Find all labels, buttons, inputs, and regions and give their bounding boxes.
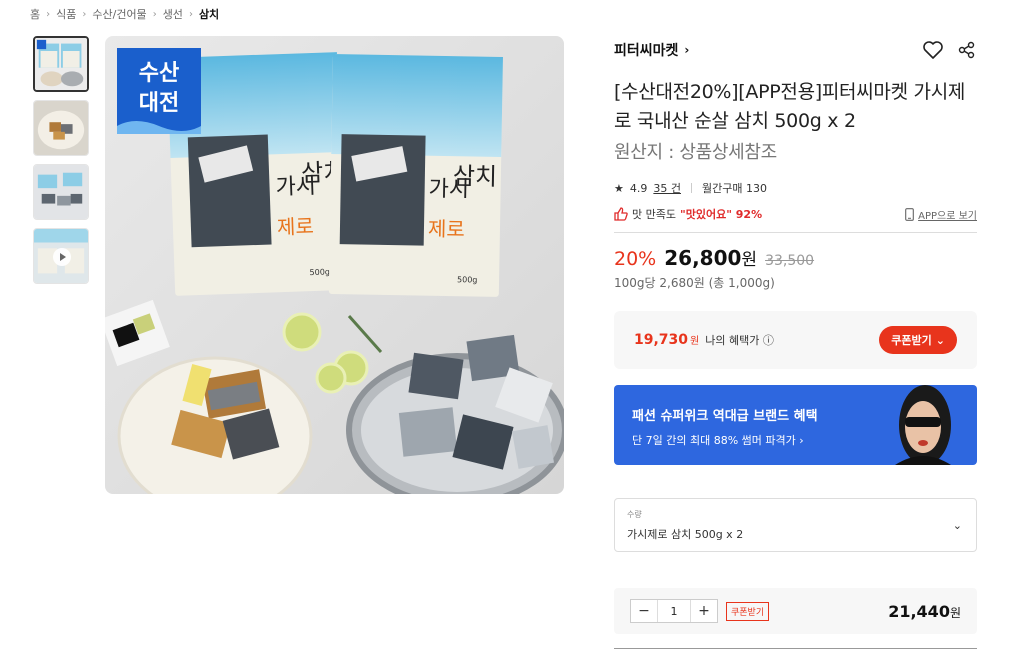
breadcrumb-separator: › <box>82 8 87 20</box>
benefit-amount: 19,730 원 <box>634 332 699 348</box>
monthly-sales: 월간구매 130 <box>702 182 767 195</box>
won-unit: 원 <box>690 336 700 347</box>
breadcrumb-fish[interactable]: 생선 <box>163 6 183 22</box>
breadcrumb-seafood[interactable]: 수산/건어물 <box>92 6 146 22</box>
play-icon <box>53 248 71 266</box>
seller-link[interactable]: 피터씨마켓 › <box>614 40 689 60</box>
badge-line-1: 수산 <box>139 61 179 86</box>
taste-prefix: 맛 만족도 <box>632 208 676 221</box>
thumbnail-4-video[interactable] <box>33 228 89 284</box>
benefit-price: 19,730 원 나의 혜택가 ⓘ <box>634 332 774 348</box>
chevron-down-icon: ⌄ <box>952 519 962 532</box>
breadcrumb-food[interactable]: 식품 <box>56 6 76 22</box>
rating-value: 4.9 <box>629 181 648 195</box>
thumbnail-image <box>34 101 88 155</box>
chevron-down-icon: ⌄ <box>935 333 945 347</box>
promo-banner[interactable]: 패션 슈퍼위크 역대급 브랜드 혜택 단 7일 간의 최대 88% 썸머 파격가… <box>614 385 977 465</box>
option-value: 가시제로 삼치 500g x 2 <box>627 528 744 541</box>
product-title: [수산대전20%][APP전용]피터씨마켓 가시제로 국내산 순살 삼치 500… <box>614 81 966 132</box>
option-label: 수량 <box>627 510 642 519</box>
pkg2-weight: 500g <box>457 275 478 284</box>
breadcrumb-home[interactable]: 홈 <box>30 6 40 22</box>
mobile-icon <box>905 207 914 221</box>
pkg1-title-c: 제로 <box>277 214 315 239</box>
action-icons <box>923 40 977 60</box>
thumbnail-1[interactable] <box>33 36 89 92</box>
review-count-link[interactable]: 35 건 <box>653 180 681 196</box>
quantity-stepper-group: − 1 + 쿠폰받기 <box>630 599 770 623</box>
thumbnail-2[interactable] <box>33 100 89 156</box>
chevron-right-icon: › <box>684 43 690 57</box>
plus-button[interactable]: + <box>691 600 717 622</box>
taste-satisfaction: 맛 만족도 "맛있어요" 92% <box>614 206 762 222</box>
original-price: 33,500 <box>765 253 815 269</box>
total-price: 21,440원 <box>888 602 961 621</box>
unit-price: 100g당 2,680원 (총 1,000g) <box>614 276 775 290</box>
sale-price-value: 26,800 <box>664 246 742 270</box>
breadcrumb-separator: › <box>152 8 157 20</box>
seller-name: 피터씨마켓 <box>614 43 679 59</box>
thumbnail-list <box>33 36 89 284</box>
thumbnail-image <box>35 38 87 90</box>
benefit-box: 19,730 원 나의 혜택가 ⓘ 쿠폰받기 ⌄ <box>614 311 977 369</box>
heart-icon[interactable] <box>923 40 943 60</box>
thumbnail-image <box>34 165 88 219</box>
product-photo: 삼치 가시 제로 500g 삼치 가시 제로 500g 수산 대전 <box>105 36 564 494</box>
seller-row: 피터씨마켓 › <box>614 36 977 64</box>
taste-highlight: "맛있어요" 92% <box>679 208 763 221</box>
breadcrumb-separator: › <box>46 8 51 20</box>
pkg2-title-c: 제로 <box>428 217 465 242</box>
taste-row: 맛 만족도 "맛있어요" 92% APP으로 보기 <box>614 206 977 222</box>
quantity-stepper: − 1 + <box>630 599 718 623</box>
won-unit: 원 <box>741 250 758 270</box>
won-unit: 원 <box>949 605 961 620</box>
minus-button[interactable]: − <box>631 600 657 622</box>
badge-line-2: 대전 <box>139 91 179 116</box>
total-price-value: 21,440 <box>888 601 950 621</box>
quantity-value[interactable]: 1 <box>657 600 691 622</box>
breadcrumb-separator: › <box>188 8 193 20</box>
product-origin: 원산지 : 상품상세참조 <box>614 142 777 163</box>
product-info-panel: 피터씨마켓 › [수산대전20%][APP전용]피터씨마켓 가시제로 국내산 순… <box>614 36 977 634</box>
coupon-button-label: 쿠폰받기 <box>891 334 932 347</box>
benefit-label-text: 나의 혜택가 <box>705 334 760 347</box>
discount-rate: 20% <box>614 248 657 270</box>
pkg1-title-b: 가시 <box>275 174 316 200</box>
info-icon[interactable]: ⓘ <box>763 334 774 347</box>
pkg1-weight: 500g <box>309 267 330 277</box>
benefit-amount-value: 19,730 <box>634 332 689 348</box>
bottom-divider <box>614 648 977 649</box>
thumbnail-3[interactable] <box>33 164 89 220</box>
mini-coupon-button[interactable]: 쿠폰받기 <box>726 601 770 621</box>
breadcrumb: 홈 › 식품 › 수산/건어물 › 생선 › 삼치 <box>30 6 219 22</box>
thumbs-up-icon <box>614 207 628 221</box>
banner-model-image <box>895 385 951 465</box>
price-row: 20% 26,800원 33,500 <box>614 245 977 270</box>
app-view-link[interactable]: APP으로 보기 <box>905 207 977 222</box>
coupon-button[interactable]: 쿠폰받기 ⌄ <box>879 326 957 354</box>
option-select[interactable]: 수량 가시제로 삼치 500g x 2 ⌄ <box>614 498 977 552</box>
cart-row: − 1 + 쿠폰받기 21,440원 <box>614 588 977 634</box>
main-product-image[interactable]: 삼치 가시 제로 500g 삼치 가시 제로 500g 수산 대전 <box>105 36 564 494</box>
breadcrumb-current[interactable]: 삼치 <box>199 6 219 22</box>
star-icon: ★ <box>614 181 624 195</box>
rating-row: ★ 4.9 35 건 월간구매 130 <box>614 180 977 196</box>
pkg2-title-b: 가시 <box>428 177 469 203</box>
divider <box>691 183 692 193</box>
divider-line <box>614 232 977 233</box>
app-view-label: APP으로 보기 <box>918 210 977 222</box>
benefit-label: 나의 혜택가 ⓘ <box>705 332 774 348</box>
share-icon[interactable] <box>957 40 977 60</box>
sale-price: 26,800원 <box>664 245 757 270</box>
